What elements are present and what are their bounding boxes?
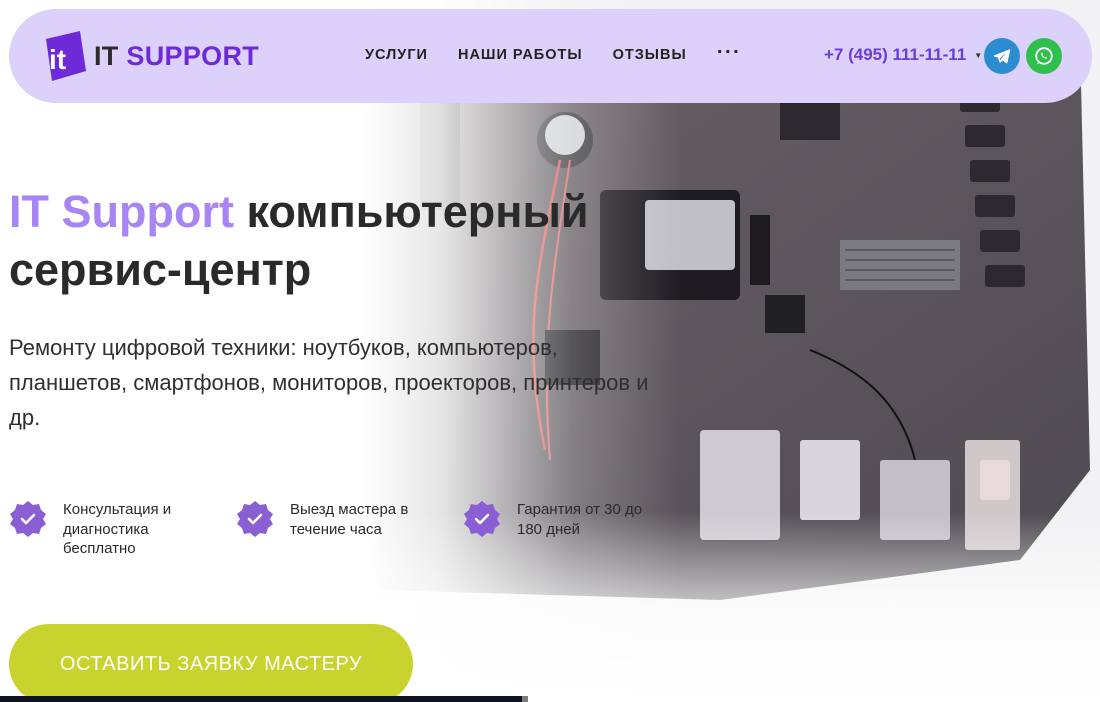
whatsapp-icon (1035, 47, 1053, 65)
feature-text: Консультация и диагностика бесплатно (63, 501, 172, 557)
nav-item-works[interactable]: НАШИ РАБОТЫ (458, 47, 583, 63)
bottom-strip (0, 696, 522, 702)
feature-item: Гарантия от 30 до 180 дней (463, 500, 657, 539)
telegram-icon (993, 49, 1011, 64)
request-master-button[interactable]: ОСТАВИТЬ ЗАЯВКУ МАСТЕРУ (9, 624, 413, 702)
hero-title-brand: IT Support (9, 186, 234, 237)
phone-dropdown[interactable]: +7 (495) 111-11-11 ▼ (824, 45, 982, 65)
check-badge-icon (10, 501, 46, 537)
hero-title-rest: компьютерный (233, 186, 589, 237)
svg-text:it: it (49, 44, 66, 75)
nav-item-reviews[interactable]: ОТЗЫВЫ (613, 47, 687, 63)
site-header: it IT SUPPORT УСЛУГИ НАШИ РАБОТЫ ОТЗЫВЫ … (9, 9, 1092, 103)
logo-text: IT SUPPORT (94, 41, 259, 72)
hero-title: IT Support компьютерный сервис-центр (9, 183, 709, 299)
nav-item-services[interactable]: УСЛУГИ (365, 47, 428, 63)
phone-number: +7 (495) 111-11-11 (824, 45, 967, 64)
logo[interactable]: it IT SUPPORT (40, 31, 259, 81)
feature-item: Выезд мастера в течение часа (236, 500, 430, 539)
hero-subtitle: Ремонту цифровой техники: ноутбуков, ком… (9, 335, 649, 430)
feature-text: Выезд мастера в течение часа (290, 501, 409, 538)
more-menu-icon[interactable]: ··· (717, 42, 741, 61)
caret-down-icon: ▼ (974, 50, 983, 60)
feature-text: Гарантия от 30 до 180 дней (517, 501, 643, 538)
logo-text-it: IT (94, 40, 119, 71)
whatsapp-button[interactable] (1026, 38, 1062, 74)
telegram-button[interactable] (984, 38, 1020, 74)
check-badge-icon (464, 501, 500, 537)
bottom-strip-divider (522, 696, 528, 702)
feature-item: Консультация и диагностика бесплатно (9, 500, 203, 559)
logo-mark-icon: it (46, 31, 86, 81)
hero-title-line2: сервис-центр (9, 244, 312, 295)
check-badge-icon (237, 501, 273, 537)
main-nav: УСЛУГИ НАШИ РАБОТЫ ОТЗЫВЫ ··· (365, 42, 741, 64)
logo-text-support: SUPPORT (126, 40, 260, 71)
